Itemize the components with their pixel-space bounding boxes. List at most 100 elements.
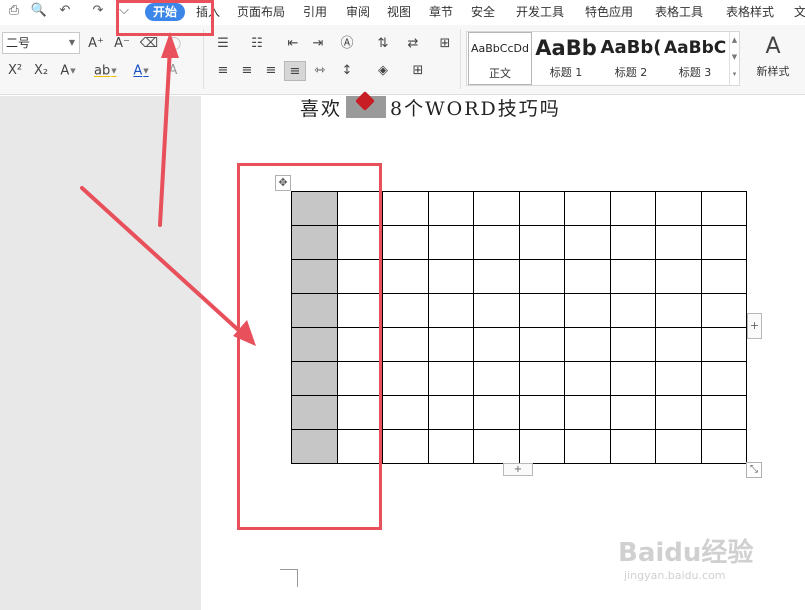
table-cell[interactable] (655, 293, 702, 328)
table-cell[interactable] (427, 191, 474, 226)
table-cell[interactable] (382, 361, 429, 396)
add-column-button[interactable]: + (747, 313, 762, 339)
table-cell[interactable] (700, 429, 747, 464)
table-cell[interactable] (518, 395, 565, 430)
table-cell[interactable] (655, 327, 702, 362)
justify-icon[interactable]: ≡ (284, 61, 306, 81)
table-border-icon[interactable]: ⊞ (434, 34, 456, 54)
table-cell[interactable] (564, 225, 611, 260)
tab-table-style[interactable]: 表格样式 (726, 0, 774, 24)
table-cell[interactable] (700, 293, 747, 328)
table-cell[interactable] (564, 361, 611, 396)
table-cell[interactable] (655, 259, 702, 294)
table-cell[interactable] (700, 327, 747, 362)
table-cell[interactable] (473, 429, 520, 464)
table-cell[interactable] (427, 395, 474, 430)
clear-format-button[interactable]: ⌫ (138, 34, 160, 54)
table-cell[interactable] (382, 429, 429, 464)
numbering-icon[interactable]: ☷ (246, 34, 268, 54)
table-cell[interactable] (700, 259, 747, 294)
table-resize-icon[interactable]: ⤡ (746, 462, 762, 478)
table-cell[interactable] (655, 395, 702, 430)
table-cell[interactable] (473, 395, 520, 430)
table-cell[interactable] (564, 395, 611, 430)
table-cell[interactable] (655, 429, 702, 464)
table-cell[interactable] (427, 327, 474, 362)
undo-icon[interactable]: ↶ (56, 2, 74, 20)
table-cell[interactable] (700, 395, 747, 430)
table-cell[interactable] (518, 225, 565, 260)
table-cell[interactable] (564, 327, 611, 362)
show-marks-icon[interactable]: ⇄ (402, 34, 424, 54)
tab-table-tools[interactable]: 表格工具 (655, 0, 703, 24)
char-border-button[interactable]: A (162, 61, 184, 81)
table-cell[interactable] (473, 293, 520, 328)
table-cell[interactable] (382, 293, 429, 328)
table-cell[interactable] (518, 293, 565, 328)
table-cell[interactable] (382, 259, 429, 294)
table-cell[interactable] (518, 259, 565, 294)
tab-page-layout[interactable]: 页面布局 (237, 0, 285, 24)
table-cell[interactable] (518, 361, 565, 396)
table-cell[interactable] (518, 191, 565, 226)
table-cell[interactable] (609, 327, 656, 362)
tab-special-apps[interactable]: 特色应用 (585, 0, 633, 24)
increase-indent-icon[interactable]: ⇥ (307, 34, 329, 54)
table-cell[interactable] (564, 259, 611, 294)
table-cell[interactable] (427, 361, 474, 396)
table-cell[interactable] (427, 293, 474, 328)
align-left-icon[interactable]: ≡ (212, 61, 234, 81)
sort-icon[interactable]: ⇅ (372, 34, 394, 54)
table-cell[interactable] (655, 191, 702, 226)
heart-image[interactable] (346, 96, 387, 118)
redo-icon[interactable]: ↷ (89, 2, 107, 20)
table-cell[interactable] (609, 429, 656, 464)
table-cell[interactable] (700, 361, 747, 396)
tab-security[interactable]: 安全 (471, 0, 495, 24)
shrink-font-button[interactable]: A⁻ (111, 34, 133, 54)
borders-icon[interactable]: ⊞ (407, 61, 429, 81)
print-preview-icon[interactable]: 🔍 (30, 2, 48, 20)
table-cell[interactable] (700, 191, 747, 226)
new-style-button[interactable]: A 新样式 (748, 31, 798, 85)
table-cell[interactable] (473, 259, 520, 294)
table-cell[interactable] (382, 225, 429, 260)
table-cell[interactable] (609, 361, 656, 396)
table-cell[interactable] (473, 361, 520, 396)
table-cell[interactable] (655, 225, 702, 260)
tab-developer[interactable]: 开发工具 (516, 0, 564, 24)
table-cell[interactable] (382, 327, 429, 362)
table-cell[interactable] (609, 259, 656, 294)
tab-review[interactable]: 审阅 (346, 0, 370, 24)
tab-chapter[interactable]: 章节 (429, 0, 453, 24)
tab-view[interactable]: 视图 (387, 0, 411, 24)
align-center-icon[interactable]: ≡ (236, 61, 258, 81)
table-cell[interactable] (518, 429, 565, 464)
tab-references[interactable]: 引用 (303, 0, 327, 24)
bullets-icon[interactable]: ☰ (212, 34, 234, 54)
document-heading[interactable]: 喜欢 8个WORD技巧吗 (300, 96, 561, 122)
table-cell[interactable] (427, 259, 474, 294)
text-effect-button[interactable]: A▼ (57, 61, 79, 81)
style-normal[interactable]: AaBbCcDd 正文 (468, 32, 532, 85)
style-gallery-scroll[interactable]: ▲ ▼ ▾ (729, 32, 739, 85)
distribute-icon[interactable]: ⇿ (309, 61, 331, 81)
table-cell[interactable] (473, 327, 520, 362)
add-row-button[interactable]: + (503, 463, 533, 476)
font-color-button[interactable]: A▼ (130, 61, 152, 81)
line-spacing-icon[interactable]: ↕ (336, 61, 358, 81)
subscript-button[interactable]: X₂ (30, 61, 52, 81)
pinyin-guide-icon[interactable]: ◯ (163, 34, 185, 54)
shading-icon[interactable]: ◈ (372, 61, 394, 81)
table-cell[interactable] (473, 225, 520, 260)
highlight-button[interactable]: ab▼ (94, 61, 117, 81)
print-icon[interactable]: ⎙ (5, 2, 23, 20)
table-cell[interactable] (382, 191, 429, 226)
superscript-button[interactable]: X² (4, 61, 26, 81)
table-cell[interactable] (700, 225, 747, 260)
table-cell[interactable] (564, 191, 611, 226)
tab-more[interactable]: 文 (794, 0, 805, 24)
table-cell[interactable] (609, 293, 656, 328)
table-cell[interactable] (473, 191, 520, 226)
table-cell[interactable] (609, 395, 656, 430)
